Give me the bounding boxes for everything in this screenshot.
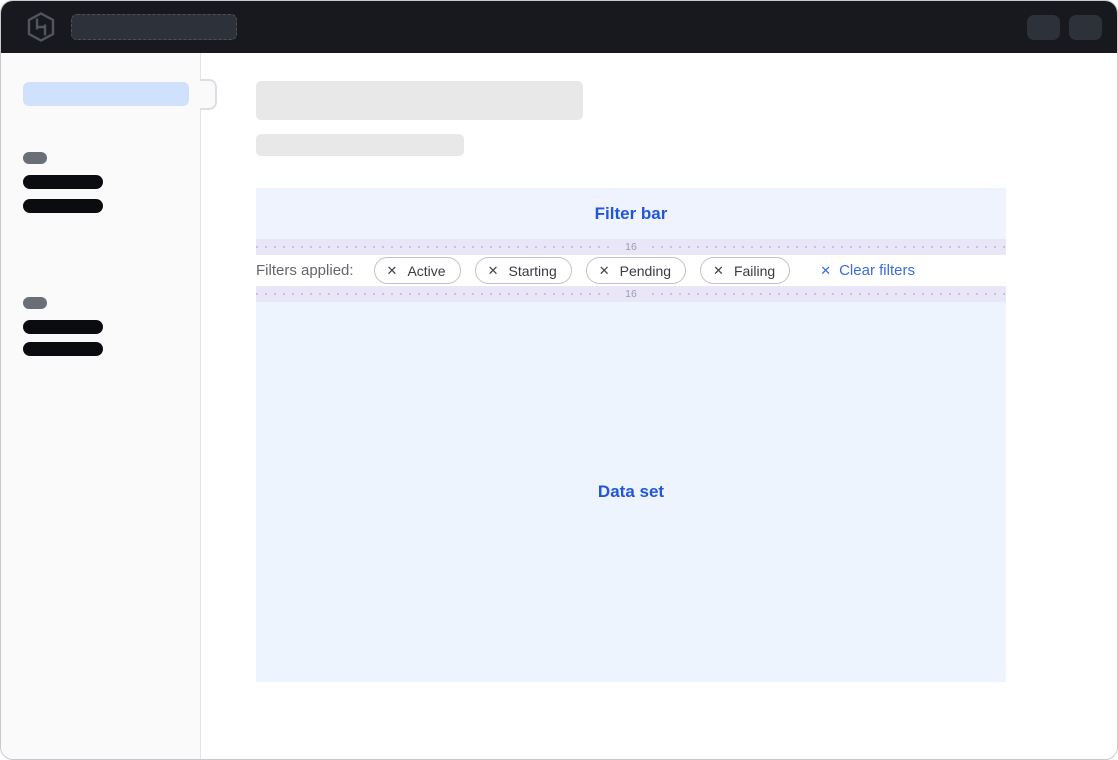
spacing-annotation: 16 — [256, 239, 1006, 255]
filter-tag-label: Active — [407, 263, 445, 279]
filter-bar-region: Filter bar — [256, 188, 1006, 239]
spacing-value-label: 16 — [615, 286, 647, 302]
sidebar-item-placeholder[interactable] — [23, 320, 103, 334]
filter-tag-starting[interactable]: ✕ Starting — [475, 257, 572, 284]
filter-tag-label: Pending — [620, 263, 671, 279]
app-window: Filter bar 16 Filters applied: ✕ Active … — [0, 0, 1118, 760]
remove-icon[interactable]: ✕ — [488, 264, 499, 277]
annotation-column: Filter bar 16 Filters applied: ✕ Active … — [256, 188, 1006, 682]
filter-tag-label: Failing — [734, 263, 775, 279]
filter-bar-region-label: Filter bar — [595, 204, 668, 224]
spacing-value-label: 16 — [615, 239, 647, 255]
sidebar-section-label-placeholder — [23, 152, 47, 164]
app-body: Filter bar 16 Filters applied: ✕ Active … — [1, 53, 1117, 760]
sidebar-section-label-placeholder — [23, 297, 47, 309]
nav-actions — [1027, 15, 1102, 40]
filter-tag-label: Starting — [508, 263, 556, 279]
sidebar-item-placeholder[interactable] — [23, 175, 103, 189]
filters-applied-label: Filters applied: — [256, 262, 354, 279]
sidebar — [1, 53, 201, 760]
sidebar-toggle-notch[interactable] — [200, 79, 217, 110]
hashicorp-logo-icon — [27, 12, 55, 42]
spacing-annotation: 16 — [256, 286, 1006, 302]
nav-action-placeholder-1[interactable] — [1027, 15, 1060, 40]
data-set-region-label: Data set — [598, 482, 664, 502]
applied-filters-row: Filters applied: ✕ Active ✕ Starting ✕ P… — [256, 255, 1006, 286]
data-set-region: Data set — [256, 302, 1006, 682]
filter-tag-active[interactable]: ✕ Active — [374, 257, 461, 284]
main-content: Filter bar 16 Filters applied: ✕ Active … — [201, 53, 1117, 760]
filter-tag-pending[interactable]: ✕ Pending — [586, 257, 686, 284]
remove-icon[interactable]: ✕ — [713, 264, 724, 277]
clear-filters-link[interactable]: ✕ Clear filters — [820, 262, 915, 279]
page-subtitle-placeholder — [256, 134, 464, 156]
sidebar-item-placeholder[interactable] — [23, 342, 103, 356]
remove-icon[interactable]: ✕ — [387, 264, 398, 277]
remove-icon[interactable]: ✕ — [599, 264, 610, 277]
clear-icon: ✕ — [820, 264, 831, 277]
filter-tag-failing[interactable]: ✕ Failing — [700, 257, 790, 284]
page-title-placeholder — [256, 81, 583, 120]
sidebar-item-placeholder[interactable] — [23, 199, 103, 213]
nav-action-placeholder-2[interactable] — [1069, 15, 1102, 40]
clear-filters-label: Clear filters — [839, 262, 915, 279]
top-nav — [1, 1, 1117, 53]
sidebar-item-selected-placeholder[interactable] — [23, 82, 189, 106]
nav-search-placeholder[interactable] — [71, 14, 237, 40]
